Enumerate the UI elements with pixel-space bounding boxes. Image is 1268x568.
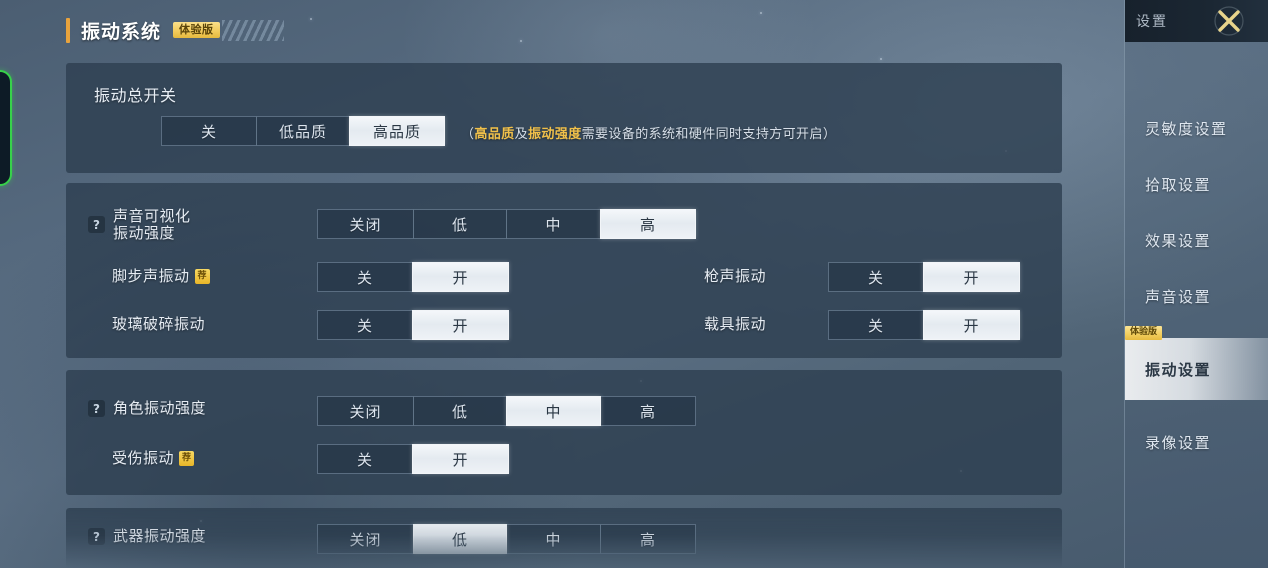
sidebar-item-tag: 体验版 [1125, 326, 1163, 340]
master-hint-text: （高品质及振动强度需要设备的系统和硬件同时支持方可开启） [461, 123, 836, 142]
settings-content: 振动系统 体验版 振动总开关 关 低品质 高品质 （高品质及振动强度需要设备的系… [0, 0, 1124, 568]
master-switch-heading: 振动总开关 [94, 86, 177, 105]
help-icon[interactable]: ? [88, 528, 105, 545]
sidebar-menu: 灵敏度设置 拾取设置 效果设置 声音设置 体验版 振动设置 录像设置 [1125, 42, 1268, 470]
weapon-intensity-label-group: ? 武器振动强度 [88, 528, 206, 545]
panel-master-switch: 振动总开关 关 低品质 高品质 （高品质及振动强度需要设备的系统和硬件同时支持方… [66, 63, 1062, 173]
hint-highlight-intensity: 振动强度 [528, 127, 582, 142]
weapon-intensity-option-off[interactable]: 关闭 [317, 524, 414, 554]
footstep-vibration-label-group: 脚步声振动 荐 [112, 268, 210, 285]
injury-vibration-label: 受伤振动 [112, 449, 175, 467]
sidebar-item-sensitivity[interactable]: 灵敏度设置 [1125, 100, 1268, 156]
character-intensity-label: 角色振动强度 [113, 399, 207, 417]
sidebar-item-label: 录像设置 [1145, 433, 1212, 452]
sound-intensity-option-high[interactable]: 高 [600, 209, 696, 239]
footstep-option-on[interactable]: 开 [412, 262, 509, 292]
gunshot-vibration-toggle[interactable]: 关 开 [828, 262, 1020, 292]
weapon-intensity-option-low[interactable]: 低 [413, 524, 507, 554]
character-intensity-option-low[interactable]: 低 [413, 396, 507, 426]
vehicle-vibration-label: 载具振动 [704, 315, 767, 333]
sidebar-header-title: 设置 [1136, 14, 1168, 30]
injury-vibration-toggle[interactable]: 关 开 [317, 444, 509, 474]
sidebar-item-recording[interactable]: 录像设置 [1125, 414, 1268, 470]
vehicle-vibration-label-group: 载具振动 [704, 316, 766, 333]
master-quality-segmented[interactable]: 关 低品质 高品质 [161, 116, 445, 146]
injury-option-on[interactable]: 开 [412, 444, 509, 474]
gunshot-option-off[interactable]: 关 [828, 262, 924, 292]
page-title-group: 振动系统 体验版 [66, 15, 284, 45]
settings-sidebar: 设置 灵敏度设置 拾取设置 效果设置 声音设置 体验版 振动设置 录像设置 [1124, 0, 1268, 568]
sidebar-item-label: 拾取设置 [1145, 175, 1212, 194]
sidebar-item-effects[interactable]: 效果设置 [1125, 212, 1268, 268]
master-option-off[interactable]: 关 [161, 116, 257, 146]
sound-intensity-segmented[interactable]: 关闭 低 中 高 [317, 209, 696, 239]
sidebar-item-label: 灵敏度设置 [1145, 119, 1228, 138]
footstep-vibration-label: 脚步声振动 [112, 267, 190, 285]
footstep-vibration-toggle[interactable]: 关 开 [317, 262, 509, 292]
page-title: 振动系统 [81, 20, 162, 43]
hint-highlight-quality: 高品质 [474, 127, 515, 142]
character-intensity-option-high[interactable]: 高 [600, 396, 696, 426]
weapon-intensity-option-high[interactable]: 高 [600, 524, 696, 554]
character-intensity-option-off[interactable]: 关闭 [317, 396, 414, 426]
gunshot-vibration-label: 枪声振动 [704, 267, 767, 285]
vehicle-option-on[interactable]: 开 [923, 310, 1020, 340]
character-intensity-segmented[interactable]: 关闭 低 中 高 [317, 396, 696, 426]
injury-vibration-label-group: 受伤振动 荐 [112, 449, 195, 467]
vehicle-option-off[interactable]: 关 [828, 310, 924, 340]
gunshot-vibration-label-group: 枪声振动 [704, 268, 766, 285]
panel-character-vibration: ? 角色振动强度 关闭 低 中 高 受伤振动 荐 关 开 [66, 370, 1062, 495]
hint-prefix: （ [461, 127, 475, 142]
sidebar-item-label: 效果设置 [1145, 231, 1212, 250]
glass-break-vibration-label: 玻璃破碎振动 [112, 315, 206, 333]
weapon-intensity-option-mid[interactable]: 中 [506, 524, 601, 554]
help-icon[interactable]: ? [88, 400, 105, 417]
help-icon[interactable]: ? [88, 216, 105, 233]
title-stripe-decor [221, 19, 284, 41]
footstep-option-off[interactable]: 关 [317, 262, 413, 292]
glass-break-vibration-toggle[interactable]: 关 开 [317, 310, 509, 340]
title-accent-bar [66, 17, 70, 43]
panel-sound-vibration: ? 声音可视化 振动强度 关闭 低 中 高 脚步声振动 荐 关 开 玻璃破碎振动… [66, 183, 1062, 358]
recommended-badge: 荐 [194, 269, 210, 284]
vehicle-vibration-toggle[interactable]: 关 开 [828, 310, 1020, 340]
glass-break-option-on[interactable]: 开 [412, 310, 509, 340]
master-option-low[interactable]: 低品质 [256, 116, 350, 146]
injury-option-off[interactable]: 关 [317, 444, 413, 474]
weapon-intensity-label: 武器振动强度 [113, 527, 207, 545]
sidebar-item-label: 声音设置 [1145, 287, 1212, 306]
character-intensity-label-group: ? 角色振动强度 [88, 400, 206, 417]
recommended-badge: 荐 [179, 451, 195, 466]
panel-weapon-vibration: ? 武器振动强度 关闭 低 中 高 [66, 508, 1062, 568]
sidebar-item-label: 振动设置 [1145, 360, 1212, 379]
page-title-badge: 体验版 [173, 22, 220, 38]
sound-intensity-option-low[interactable]: 低 [413, 209, 507, 239]
sound-intensity-label: 声音可视化 振动强度 [113, 207, 191, 242]
sidebar-item-pickup[interactable]: 拾取设置 [1125, 156, 1268, 212]
sidebar-item-sound[interactable]: 声音设置 [1125, 268, 1268, 324]
sound-intensity-label-group: ? 声音可视化 振动强度 [88, 208, 191, 242]
gunshot-option-on[interactable]: 开 [923, 262, 1020, 292]
hint-middle: 及 [514, 127, 529, 142]
glass-break-vibration-label-group: 玻璃破碎振动 [112, 316, 205, 333]
sidebar-item-vibration[interactable]: 体验版 振动设置 [1125, 326, 1268, 400]
sound-intensity-option-off[interactable]: 关闭 [317, 209, 414, 239]
hint-suffix: 需要设备的系统和硬件同时支持方可开启） [581, 127, 837, 142]
character-intensity-option-mid[interactable]: 中 [506, 396, 601, 426]
sidebar-header: 设置 [1125, 0, 1268, 42]
close-x-icon[interactable] [1212, 4, 1246, 38]
sound-intensity-option-mid[interactable]: 中 [506, 209, 601, 239]
glass-break-option-off[interactable]: 关 [317, 310, 413, 340]
weapon-intensity-segmented[interactable]: 关闭 低 中 高 [317, 524, 696, 554]
master-option-high[interactable]: 高品质 [349, 116, 445, 146]
